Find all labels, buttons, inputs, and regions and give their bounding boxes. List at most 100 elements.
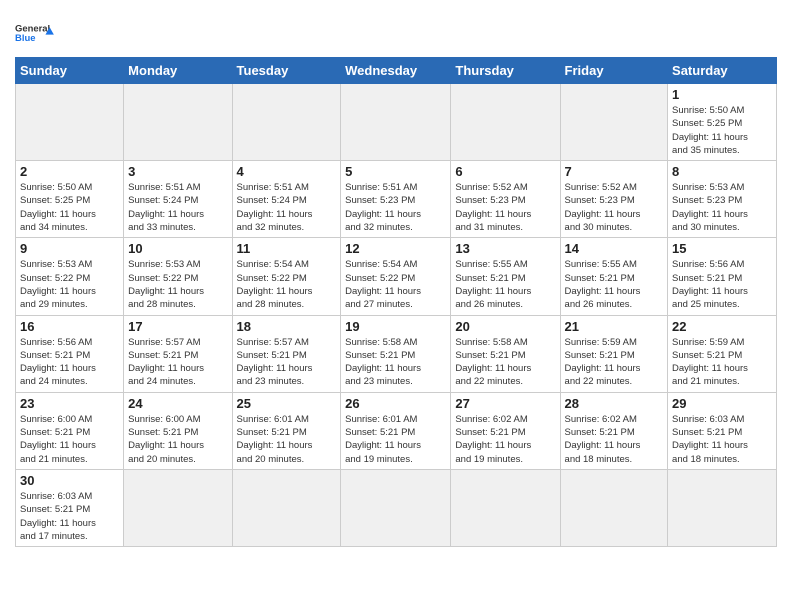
- calendar-cell: [560, 469, 668, 546]
- day-number: 3: [128, 164, 227, 179]
- cell-info: Sunrise: 5:52 AM Sunset: 5:23 PM Dayligh…: [565, 181, 664, 234]
- calendar-cell: 14 Sunrise: 5:55 AM Sunset: 5:21 PM Dayli…: [560, 238, 668, 315]
- day-number: 29: [672, 396, 772, 411]
- day-number: 23: [20, 396, 119, 411]
- day-number: 11: [237, 241, 337, 256]
- day-number: 9: [20, 241, 119, 256]
- cell-info: Sunrise: 5:59 AM Sunset: 5:21 PM Dayligh…: [672, 336, 772, 389]
- week-row-3: 9 Sunrise: 5:53 AM Sunset: 5:22 PM Daylig…: [16, 238, 777, 315]
- cell-info: Sunrise: 5:55 AM Sunset: 5:21 PM Dayligh…: [455, 258, 555, 311]
- day-number: 27: [455, 396, 555, 411]
- cell-info: Sunrise: 5:50 AM Sunset: 5:25 PM Dayligh…: [20, 181, 119, 234]
- day-number: 26: [345, 396, 446, 411]
- calendar-cell: [341, 84, 451, 161]
- calendar-cell: [451, 469, 560, 546]
- day-number: 20: [455, 319, 555, 334]
- calendar-cell: [16, 84, 124, 161]
- calendar-cell: 24Sunrise: 6:00 AM Sunset: 5:21 PM Dayli…: [124, 392, 232, 469]
- cell-info: Sunrise: 5:56 AM Sunset: 5:21 PM Dayligh…: [672, 258, 772, 311]
- cell-info: Sunrise: 6:02 AM Sunset: 5:21 PM Dayligh…: [565, 413, 664, 466]
- weekday-header-row: SundayMondayTuesdayWednesdayThursdayFrid…: [16, 58, 777, 84]
- cell-info: Sunrise: 5:59 AM Sunset: 5:21 PM Dayligh…: [565, 336, 664, 389]
- calendar-cell: 29 Sunrise: 6:03 AM Sunset: 5:21 PM Dayli…: [668, 392, 777, 469]
- cell-info: Sunrise: 6:03 AM Sunset: 5:21 PM Dayligh…: [20, 490, 119, 543]
- calendar-cell: 20 Sunrise: 5:58 AM Sunset: 5:21 PM Dayli…: [451, 315, 560, 392]
- calendar-cell: 15Sunrise: 5:56 AM Sunset: 5:21 PM Dayli…: [668, 238, 777, 315]
- cell-info: Sunrise: 5:58 AM Sunset: 5:21 PM Dayligh…: [455, 336, 555, 389]
- cell-info: Sunrise: 5:54 AM Sunset: 5:22 PM Dayligh…: [237, 258, 337, 311]
- cell-info: Sunrise: 5:57 AM Sunset: 5:21 PM Dayligh…: [237, 336, 337, 389]
- calendar-cell: 16Sunrise: 5:56 AM Sunset: 5:21 PM Dayli…: [16, 315, 124, 392]
- calendar-cell: 11 Sunrise: 5:54 AM Sunset: 5:22 PM Dayli…: [232, 238, 341, 315]
- day-number: 12: [345, 241, 446, 256]
- calendar-cell: [124, 84, 232, 161]
- weekday-header-sunday: Sunday: [16, 58, 124, 84]
- cell-info: Sunrise: 6:00 AM Sunset: 5:21 PM Dayligh…: [20, 413, 119, 466]
- calendar-cell: 12 Sunrise: 5:54 AM Sunset: 5:22 PM Dayli…: [341, 238, 451, 315]
- calendar-cell: 2Sunrise: 5:50 AM Sunset: 5:25 PM Daylig…: [16, 161, 124, 238]
- calendar-cell: 6Sunrise: 5:52 AM Sunset: 5:23 PM Daylig…: [451, 161, 560, 238]
- weekday-header-tuesday: Tuesday: [232, 58, 341, 84]
- cell-info: Sunrise: 5:53 AM Sunset: 5:23 PM Dayligh…: [672, 181, 772, 234]
- header: General Blue: [15, 10, 777, 51]
- day-number: 10: [128, 241, 227, 256]
- day-number: 5: [345, 164, 446, 179]
- cell-info: Sunrise: 5:50 AM Sunset: 5:25 PM Dayligh…: [672, 104, 772, 157]
- calendar-cell: [124, 469, 232, 546]
- calendar-cell: 30 Sunrise: 6:03 AM Sunset: 5:21 PM Dayli…: [16, 469, 124, 546]
- calendar-cell: 5 Sunrise: 5:51 AM Sunset: 5:23 PM Daylig…: [341, 161, 451, 238]
- week-row-1: 1 Sunrise: 5:50 AM Sunset: 5:25 PM Daylig…: [16, 84, 777, 161]
- cell-info: Sunrise: 5:55 AM Sunset: 5:21 PM Dayligh…: [565, 258, 664, 311]
- day-number: 4: [237, 164, 337, 179]
- cell-info: Sunrise: 5:51 AM Sunset: 5:24 PM Dayligh…: [237, 181, 337, 234]
- day-number: 13: [455, 241, 555, 256]
- calendar-cell: 22 Sunrise: 5:59 AM Sunset: 5:21 PM Dayli…: [668, 315, 777, 392]
- calendar-cell: 8 Sunrise: 5:53 AM Sunset: 5:23 PM Daylig…: [668, 161, 777, 238]
- day-number: 1: [672, 87, 772, 102]
- page: General Blue SundayMondayTuesdayWednesda…: [0, 0, 792, 562]
- day-number: 14: [565, 241, 664, 256]
- day-number: 30: [20, 473, 119, 488]
- cell-info: Sunrise: 5:51 AM Sunset: 5:23 PM Dayligh…: [345, 181, 446, 234]
- day-number: 22: [672, 319, 772, 334]
- calendar-cell: 10 Sunrise: 5:53 AM Sunset: 5:22 PM Dayli…: [124, 238, 232, 315]
- cell-info: Sunrise: 6:01 AM Sunset: 5:21 PM Dayligh…: [237, 413, 337, 466]
- calendar-cell: 1 Sunrise: 5:50 AM Sunset: 5:25 PM Daylig…: [668, 84, 777, 161]
- calendar-cell: 23 Sunrise: 6:00 AM Sunset: 5:21 PM Dayli…: [16, 392, 124, 469]
- day-number: 17: [128, 319, 227, 334]
- calendar-cell: 25Sunrise: 6:01 AM Sunset: 5:21 PM Dayli…: [232, 392, 341, 469]
- cell-info: Sunrise: 5:57 AM Sunset: 5:21 PM Dayligh…: [128, 336, 227, 389]
- calendar-cell: [232, 84, 341, 161]
- weekday-header-saturday: Saturday: [668, 58, 777, 84]
- weekday-header-thursday: Thursday: [451, 58, 560, 84]
- week-row-6: 30 Sunrise: 6:03 AM Sunset: 5:21 PM Dayli…: [16, 469, 777, 546]
- cell-info: Sunrise: 5:54 AM Sunset: 5:22 PM Dayligh…: [345, 258, 446, 311]
- day-number: 21: [565, 319, 664, 334]
- calendar-cell: 9Sunrise: 5:53 AM Sunset: 5:22 PM Daylig…: [16, 238, 124, 315]
- generalblue-logo: General Blue: [15, 15, 57, 51]
- cell-info: Sunrise: 5:53 AM Sunset: 5:22 PM Dayligh…: [128, 258, 227, 311]
- day-number: 28: [565, 396, 664, 411]
- cell-info: Sunrise: 6:02 AM Sunset: 5:21 PM Dayligh…: [455, 413, 555, 466]
- day-number: 7: [565, 164, 664, 179]
- week-row-5: 23 Sunrise: 6:00 AM Sunset: 5:21 PM Dayli…: [16, 392, 777, 469]
- week-row-2: 2Sunrise: 5:50 AM Sunset: 5:25 PM Daylig…: [16, 161, 777, 238]
- weekday-header-friday: Friday: [560, 58, 668, 84]
- calendar-cell: 28 Sunrise: 6:02 AM Sunset: 5:21 PM Dayli…: [560, 392, 668, 469]
- day-number: 8: [672, 164, 772, 179]
- svg-text:Blue: Blue: [15, 33, 35, 44]
- cell-info: Sunrise: 6:03 AM Sunset: 5:21 PM Dayligh…: [672, 413, 772, 466]
- calendar-cell: [341, 469, 451, 546]
- day-number: 24: [128, 396, 227, 411]
- day-number: 16: [20, 319, 119, 334]
- calendar-cell: 17 Sunrise: 5:57 AM Sunset: 5:21 PM Dayli…: [124, 315, 232, 392]
- week-row-4: 16Sunrise: 5:56 AM Sunset: 5:21 PM Dayli…: [16, 315, 777, 392]
- calendar-cell: [451, 84, 560, 161]
- day-number: 19: [345, 319, 446, 334]
- day-number: 18: [237, 319, 337, 334]
- calendar-table: SundayMondayTuesdayWednesdayThursdayFrid…: [15, 57, 777, 547]
- calendar-cell: 7 Sunrise: 5:52 AM Sunset: 5:23 PM Daylig…: [560, 161, 668, 238]
- weekday-header-monday: Monday: [124, 58, 232, 84]
- calendar-cell: 18 Sunrise: 5:57 AM Sunset: 5:21 PM Dayli…: [232, 315, 341, 392]
- cell-info: Sunrise: 5:58 AM Sunset: 5:21 PM Dayligh…: [345, 336, 446, 389]
